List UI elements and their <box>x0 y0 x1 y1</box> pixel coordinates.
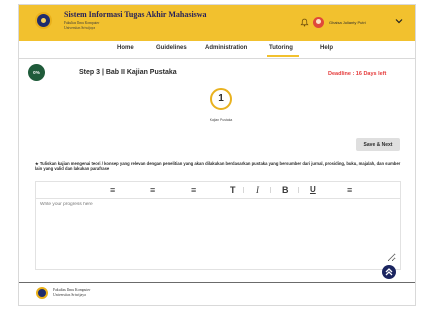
avatar[interactable] <box>313 17 324 28</box>
nav-active-indicator <box>267 55 299 57</box>
app-title: Sistem Informasi Tugas Akhir Mahasiswa <box>64 10 207 19</box>
faculty-name: Fakultas Ilmu Komputer <box>64 21 100 25</box>
nav-tutoring[interactable]: Tutoring <box>269 45 293 51</box>
scroll-to-top-button[interactable] <box>382 265 396 279</box>
toolbar-divider <box>270 187 271 193</box>
list-icon[interactable]: ≡ <box>347 185 352 195</box>
text-size-icon[interactable]: T <box>230 185 236 195</box>
footer-university: Universitas Sriwijaya <box>53 292 86 297</box>
instruction-text: ★ Tuliskan kajian mengenai teori / konse… <box>35 161 401 172</box>
step-title: Step 3 | Bab II Kajian Pustaka <box>79 69 177 76</box>
university-logo-icon <box>35 12 52 29</box>
progress-textarea[interactable] <box>40 202 396 262</box>
nav-administration[interactable]: Administration <box>205 45 247 51</box>
step-label: Kajian Pustaka <box>209 118 233 122</box>
editor-toolbar: ≡ ≡ ≡ T I B U ≡ <box>36 182 400 199</box>
toolbar-divider <box>243 187 244 193</box>
italic-icon[interactable]: I <box>256 185 259 195</box>
university-name: Universitas Sriwijaya <box>64 25 96 30</box>
rich-text-editor: ≡ ≡ ≡ T I B U ≡ <box>35 181 401 270</box>
underline-icon[interactable]: U <box>310 185 316 195</box>
footer-logo-icon <box>36 287 48 299</box>
chevron-down-icon[interactable] <box>395 18 403 24</box>
progress-badge: 0% <box>28 64 45 81</box>
header-bar: Sistem Informasi Tugas Akhir Mahasiswa F… <box>19 5 415 41</box>
footer-text: Fakultas Ilmu Komputer Universitas Sriwi… <box>53 288 90 297</box>
step-number: 1 <box>210 88 232 110</box>
bold-icon[interactable]: B <box>282 185 289 195</box>
main-nav: Home Guidelines Administration Tutoring … <box>19 41 415 59</box>
chevron-up-icon <box>385 268 393 276</box>
footer-divider <box>19 282 415 283</box>
save-next-button[interactable]: Save & Next <box>356 138 400 151</box>
footer-faculty: Fakultas Ilmu Komputer <box>53 288 91 292</box>
toolbar-divider <box>298 187 299 193</box>
app-subtitle: Fakultas Ilmu Komputer Universitas Sriwi… <box>64 21 99 30</box>
align-right-icon[interactable]: ≡ <box>191 185 196 195</box>
nav-guidelines[interactable]: Guidelines <box>156 45 187 51</box>
deadline-text: Deadline : 16 Days left <box>328 71 387 77</box>
nav-home[interactable]: Home <box>117 45 134 51</box>
user-name[interactable]: Ghaisa Julianty Putri <box>329 20 366 25</box>
align-left-icon[interactable]: ≡ <box>110 185 115 195</box>
align-center-icon[interactable]: ≡ <box>150 185 155 195</box>
bell-icon[interactable] <box>300 18 309 27</box>
nav-help[interactable]: Help <box>320 45 333 51</box>
app-window: Sistem Informasi Tugas Akhir Mahasiswa F… <box>18 4 416 306</box>
